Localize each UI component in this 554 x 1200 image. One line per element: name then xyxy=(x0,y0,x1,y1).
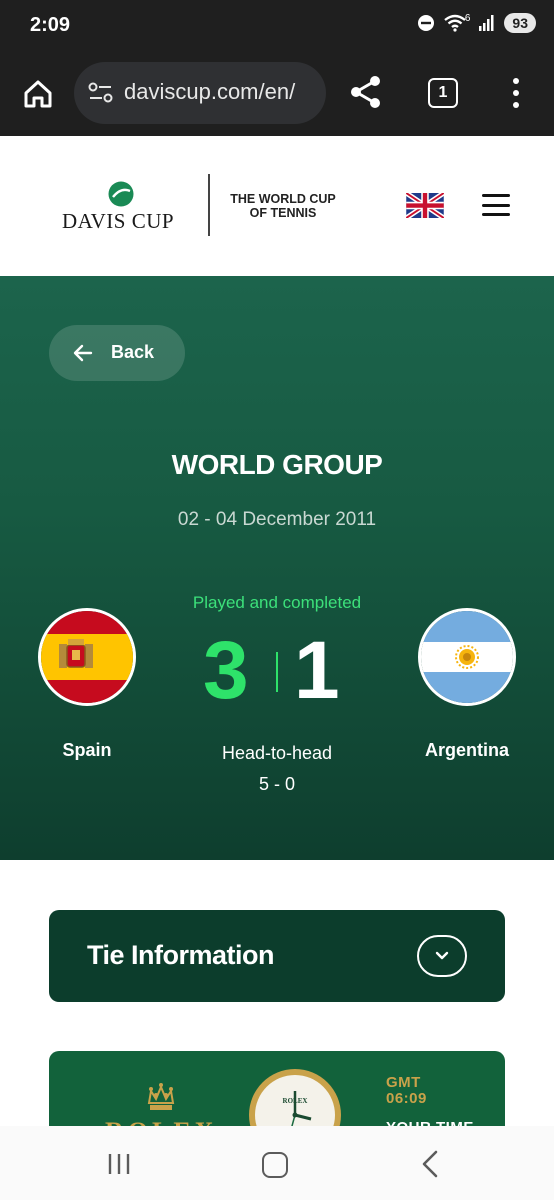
rolex-advertisement[interactable]: ROLEX ROLEX GMT 06:09 YOUR TIME xyxy=(49,1051,505,1131)
site-header: DAVIS CUP THE WORLD CUP OF TENNIS xyxy=(0,136,554,276)
battery-level: 93 xyxy=(512,15,528,31)
away-score: 1 xyxy=(294,625,340,716)
tie-information-accordion[interactable]: Tie Information xyxy=(49,910,505,1002)
wifi-icon xyxy=(444,14,466,32)
tagline-line-1: THE WORLD CUP xyxy=(230,192,336,206)
rolex-crown-icon xyxy=(147,1083,175,1110)
watch-face: ROLEX xyxy=(255,1075,335,1131)
tagline-line-2: OF TENNIS xyxy=(249,206,317,220)
watch-hands-icon xyxy=(289,1091,312,1131)
address-bar[interactable]: daviscup.com/en/ xyxy=(74,62,326,124)
menu-hamburger-icon[interactable] xyxy=(482,194,510,216)
head-to-head-value: 5 - 0 xyxy=(258,774,296,794)
battery-indicator: 93 xyxy=(504,13,536,33)
home-nav-icon[interactable] xyxy=(262,1152,288,1178)
davis-cup-logo[interactable]: DAVIS CUP xyxy=(62,209,174,234)
gmt-label: GMT xyxy=(386,1074,421,1091)
share-icon[interactable] xyxy=(348,74,384,110)
arrow-left-icon xyxy=(73,344,93,362)
tab-switcher-button[interactable]: 1 xyxy=(428,78,458,108)
site-settings-icon[interactable] xyxy=(88,81,114,105)
tagline: THE WORLD CUP OF TENNIS xyxy=(224,192,342,220)
back-button[interactable]: Back xyxy=(49,325,185,381)
uk-flag-icon[interactable] xyxy=(406,193,444,218)
recent-apps-icon[interactable] xyxy=(106,1152,132,1176)
watch-clock-icon: ROLEX xyxy=(249,1069,341,1131)
dnd-icon xyxy=(417,15,434,31)
status-icons: 6 93 xyxy=(417,13,536,33)
tie-information-title: Tie Information xyxy=(87,940,275,970)
davis-cup-logo-icon[interactable] xyxy=(108,181,134,207)
url-text: daviscup.com/en/ xyxy=(124,79,296,104)
signal-icon xyxy=(479,15,494,31)
argentina-flag-icon[interactable] xyxy=(418,608,516,706)
network-badge: 6 xyxy=(464,12,471,24)
back-nav-icon[interactable] xyxy=(420,1150,440,1178)
home-icon[interactable] xyxy=(18,74,58,114)
spain-flag-icon[interactable] xyxy=(38,608,136,706)
chevron-down-icon xyxy=(435,951,449,960)
date-range: 02 - 04 December 2011 xyxy=(177,509,377,530)
status-bar: 2:09 6 93 xyxy=(0,0,554,52)
tie-hero: Back WORLD GROUP 02 - 04 December 2011 P… xyxy=(0,276,554,860)
status-time: 2:09 xyxy=(30,14,71,36)
group-title: WORLD GROUP xyxy=(171,449,383,480)
logo-divider xyxy=(208,174,210,236)
head-to-head-label: Head-to-head xyxy=(221,743,333,763)
system-navigation-bar xyxy=(0,1126,554,1200)
back-label: Back xyxy=(111,342,155,362)
browser-toolbar: daviscup.com/en/ 1 xyxy=(0,52,554,136)
gmt-time: 06:09 xyxy=(386,1090,427,1107)
more-options-icon[interactable] xyxy=(506,76,526,110)
score-separator xyxy=(276,652,278,692)
expand-toggle-button[interactable] xyxy=(417,935,467,977)
home-score: 3 xyxy=(203,625,249,716)
